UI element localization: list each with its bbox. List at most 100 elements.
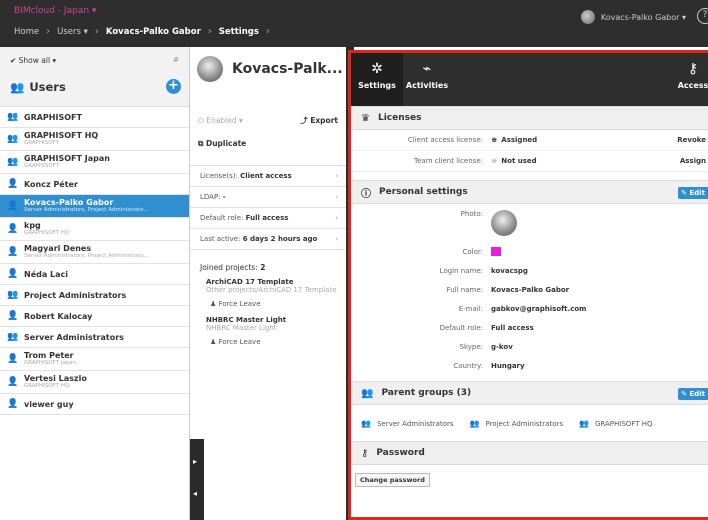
list-item[interactable]: 👥 GRAPHISOFT Japan GRAPHISOFT	[0, 151, 189, 174]
meta-label: Default role:	[200, 214, 244, 222]
list-item[interactable]: 👤 Trom Peter GRAPHISOFT Japan	[0, 348, 189, 371]
list-item[interactable]: 👥 Server Administrators	[0, 327, 189, 348]
list-item-name: Server Administrators	[24, 332, 124, 342]
expand-arrow-icon[interactable]: ▸	[193, 457, 197, 466]
server-selector[interactable]: BIMcloud - Japan ▾	[14, 6, 96, 16]
tab-activities[interactable]: ⌁ Activities	[403, 53, 451, 106]
export-button[interactable]: ⤴ Export	[300, 115, 338, 126]
list-item-name: Koncz Péter	[24, 179, 78, 189]
breadcrumb-user[interactable]: Kovacs-Palko Gabor	[106, 27, 201, 37]
field-value: Full access	[491, 323, 534, 332]
field-value: gabkov@graphisoft.com	[491, 304, 587, 313]
license-row: Team client license: ♚ Not used Assign	[351, 151, 708, 172]
list-item-subtitle: GRAPHISOFT HQ	[24, 383, 70, 389]
activity-icon: ⌁	[422, 61, 432, 77]
revoke-button[interactable]: Revoke	[677, 136, 706, 144]
user-icon: 👤	[7, 201, 19, 211]
assign-button[interactable]: Assign	[680, 157, 706, 165]
tab-access[interactable]: ⚷ Access	[673, 53, 708, 106]
show-all-filter[interactable]: ✔ Show all ▾	[10, 56, 56, 65]
breadcrumb-home[interactable]: Home	[14, 27, 39, 37]
license-label: Team client license:	[414, 157, 483, 165]
breadcrumb-users[interactable]: Users ▾	[57, 27, 88, 37]
project-path: Other projects/ArchiCAD 17 Template	[206, 286, 337, 294]
personal-settings-title: Personal settings	[379, 187, 468, 197]
field-row: E-mail: gabkov@graphisoft.com	[351, 299, 708, 318]
licenses-header: ♛ Licenses	[351, 106, 708, 130]
list-item[interactable]: 👤 Vertesi Laszlo GRAPHISOFT HQ	[0, 371, 189, 394]
meta-row[interactable]: Default role: Full access ›	[190, 208, 346, 229]
breadcrumb-settings[interactable]: Settings	[219, 27, 259, 37]
force-leave-button[interactable]: ♟ Force Leave	[210, 300, 340, 308]
list-item[interactable]: 👤 Koncz Péter	[0, 174, 189, 195]
search-icon[interactable]: ⌕	[173, 54, 179, 65]
enabled-toggle[interactable]: ⏻ Enabled ▾	[198, 116, 243, 126]
tab-settings[interactable]: ✲ Settings	[351, 53, 403, 106]
parent-group-item[interactable]: 👥 GRAPHISOFT HQ	[579, 419, 652, 428]
avatar	[491, 210, 517, 236]
meta-row[interactable]: Last active: 6 days 2 hours ago ›	[190, 229, 346, 250]
key-icon: ⚷	[361, 447, 369, 459]
list-item[interactable]: 👥 Project Administrators	[0, 285, 189, 306]
leave-icon: ♟	[210, 300, 217, 308]
field-value: Kovacs-Palko Gabor	[491, 285, 570, 294]
list-item[interactable]: 👤 Robert Kalocay	[0, 306, 189, 327]
top-bar: BIMcloud - Japan ▾ Home › Users ▾ › Kova…	[0, 0, 708, 47]
parent-group-name: GRAPHISOFT HQ	[595, 419, 653, 428]
user-menu[interactable]: Kovacs-Palko Gabor ▾	[580, 10, 686, 24]
user-icon: 👤	[7, 377, 19, 387]
project-item: NHBRC Master Light NHBRC Master Light ♟ Fo…	[206, 316, 340, 346]
duplicate-button[interactable]: ⧉ Duplicate	[198, 139, 246, 149]
license-assigned-icon: ♚	[491, 136, 498, 144]
export-icon: ⤴	[300, 116, 308, 125]
export-label: Export	[310, 116, 338, 125]
list-item[interactable]: 👥 GRAPHISOFT HQ GRAPHISOFT	[0, 128, 189, 151]
settings-tabs: ✲ Settings ⌁ Activities ⚷ Access	[351, 53, 708, 106]
list-item-subtitle: GRAPHISOFT	[24, 163, 59, 169]
parent-groups-title: Parent groups (3)	[381, 388, 472, 398]
list-item[interactable]: 👤 Kovacs-Palko Gabor Server Administrators…	[0, 195, 189, 218]
add-user-button[interactable]: +	[166, 79, 181, 94]
collapse-arrow-icon[interactable]: ◂	[193, 489, 197, 498]
list-item[interactable]: 👤 kpg GRAPHISOFT HQ	[0, 218, 189, 241]
edit-groups-button[interactable]: ✎ Edit	[678, 388, 708, 400]
list-item[interactable]: 👤 viewer guy	[0, 394, 189, 415]
list-item-name: Project Administrators	[24, 290, 127, 300]
user-meta-list: License(s): Client access › LDAP: - › Defaul…	[190, 165, 346, 250]
field-row: Default role: Full access	[351, 318, 708, 337]
photo-row: Photo:	[351, 210, 708, 242]
chevron-right-icon: ›	[335, 214, 338, 222]
change-password-button[interactable]: Change password	[355, 473, 430, 487]
field-label: Login name:	[439, 266, 483, 275]
group-icon: 👥	[361, 387, 374, 399]
force-leave-button[interactable]: ♟ Force Leave	[210, 338, 340, 346]
field-value: g-kov	[491, 342, 513, 351]
meta-row[interactable]: LDAP: - ›	[190, 187, 346, 208]
list-item-name: GRAPHISOFT	[24, 112, 82, 122]
user-menu-label: Kovacs-Palko Gabor ▾	[600, 12, 686, 22]
field-row: Skype: g-kov	[351, 337, 708, 356]
chevron-right-icon: ›	[335, 172, 338, 180]
list-item[interactable]: 👤 Néda Laci	[0, 264, 189, 285]
parent-group-item[interactable]: 👥 Server Administrators	[361, 419, 454, 428]
breadcrumb: Home › Users ▾ › Kovacs-Palko Gabor › Se…	[14, 26, 270, 37]
parent-groups-list: 👥 Server Administrators 👥 Project Administr…	[351, 405, 708, 441]
user-icon: 👤	[7, 354, 19, 364]
chevron-right-icon: ›	[46, 26, 51, 37]
meta-row[interactable]: License(s): Client access ›	[190, 166, 346, 187]
list-item-subtitle: Server Administrators, Project Administr…	[24, 207, 149, 213]
tab-access-label: Access	[677, 81, 708, 90]
edit-personal-button[interactable]: ✎ Edit	[678, 187, 708, 199]
project-item: ArchiCAD 17 Template Other projects/Archi…	[206, 278, 340, 308]
group-icon: 👥	[10, 80, 25, 94]
password-header: ⚷ Password	[351, 441, 708, 465]
meta-value: Full access	[245, 214, 289, 222]
list-item[interactable]: 👤 Magyari Denes Server Administrators, Pro…	[0, 241, 189, 264]
list-item[interactable]: 👥 GRAPHISOFT	[0, 107, 189, 128]
list-item-subtitle: GRAPHISOFT Japan	[24, 360, 77, 366]
help-icon[interactable]: ?	[697, 8, 708, 24]
parent-group-item[interactable]: 👥 Project Administrators	[470, 419, 564, 428]
key-icon: ⚷	[687, 61, 699, 77]
user-icon: 👤	[7, 311, 19, 321]
field-label: E-mail:	[458, 304, 483, 313]
